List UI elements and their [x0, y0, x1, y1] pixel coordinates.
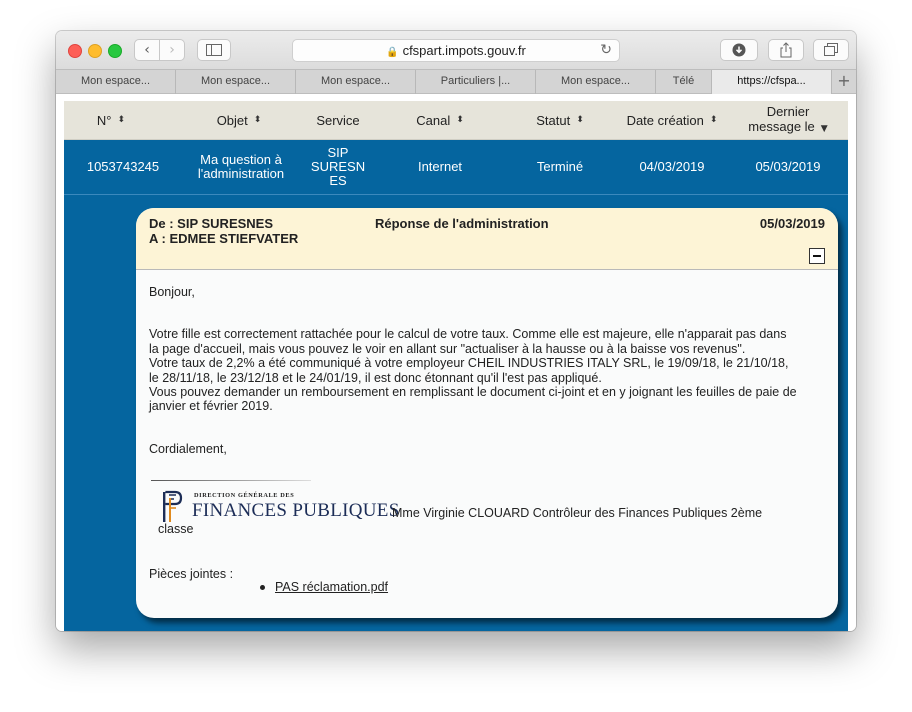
message-from-to: De : SIP SURESNES A : EDMEE STIEFVATER: [149, 216, 298, 246]
browser-tab[interactable]: Mon espace...: [296, 70, 416, 94]
browser-tab[interactable]: Mon espace...: [536, 70, 656, 94]
cell-objet-line: l'administration: [197, 165, 285, 181]
tabs-overview-button[interactable]: [813, 39, 849, 61]
message-line: Votre fille est correctement rattachée p…: [149, 327, 787, 342]
cell-service-line: ES: [329, 172, 347, 188]
cell-num: 1053743245: [86, 158, 160, 174]
column-header-service: Service: [294, 101, 382, 139]
cell-date-creation: 04/03/2019: [639, 158, 705, 174]
logo-subtitle: DIRECTION GÉNÉRALE DES: [194, 492, 295, 499]
sidebar-toggle-button[interactable]: [197, 39, 231, 61]
column-header-statut[interactable]: Statut ⬍: [510, 101, 610, 139]
cell-service-line: SIP: [327, 144, 349, 160]
browser-tab[interactable]: Particuliers |...: [416, 70, 536, 94]
header-label: Dernier: [766, 103, 810, 119]
dgfip-logo-mark-icon: [163, 490, 183, 522]
message-closing: Cordialement,: [149, 441, 227, 456]
browser-tab[interactable]: Mon espace...: [56, 70, 176, 94]
share-icon: [780, 42, 792, 58]
new-tab-button[interactable]: +: [832, 70, 856, 93]
chevron-right-icon: ›: [169, 42, 175, 58]
table-header: N° ⬍ Objet ⬍ Service Canal ⬍ Statut ⬍ Date c…: [64, 101, 848, 140]
tabs-overview-icon: [824, 43, 838, 56]
message-line: le 28/11/18, le 23/12/18 et le 24/01/19,…: [149, 370, 602, 385]
message-line: Vous pouvez demander un remboursement en…: [149, 385, 797, 400]
page-content: N° ⬍ Objet ⬍ Service Canal ⬍ Statut ⬍ Date c…: [56, 94, 856, 631]
plus-icon: +: [837, 71, 851, 90]
browser-window: ‹ › 🔒 cfspart.impots.gouv.fr ↻ Mon espace…: [56, 31, 856, 631]
signature-classe: classe: [158, 522, 194, 536]
zoom-window-button[interactable]: [108, 44, 122, 58]
back-button[interactable]: ‹: [134, 39, 160, 61]
forward-button[interactable]: ›: [159, 39, 185, 61]
message-body: Bonjour, Votre fille est correctement ra…: [149, 285, 829, 456]
attachment-link[interactable]: PAS réclamation.pdf: [275, 580, 388, 594]
cell-service-line: SURESN: [310, 158, 366, 174]
lock-icon: 🔒: [386, 47, 399, 58]
message-to: A : EDMEE STIEFVATER: [149, 231, 299, 246]
message-card: De : SIP SURESNES A : EDMEE STIEFVATER R…: [136, 208, 838, 618]
column-header-num[interactable]: N° ⬍: [64, 101, 158, 139]
signature-name: Mme Virginie CLOUARD Contrôleur des Fina…: [392, 506, 763, 520]
chevron-left-icon: ‹: [144, 42, 150, 58]
signature: DIRECTION GÉNÉRALE DES FINANCES PUBLIQUE…: [149, 480, 829, 550]
sort-icon: ⬍: [709, 114, 718, 125]
browser-tab[interactable]: Télé: [656, 70, 712, 94]
share-button[interactable]: [768, 39, 804, 61]
download-button[interactable]: [720, 39, 758, 61]
row-divider: [64, 194, 848, 195]
sort-icon: ⬍: [576, 114, 584, 125]
address-bar[interactable]: 🔒 cfspart.impots.gouv.fr ↻: [292, 39, 620, 62]
logo-title: FINANCES PUBLIQUES: [192, 500, 400, 521]
column-header-canal[interactable]: Canal ⬍: [394, 101, 486, 139]
header-label: Objet: [216, 112, 248, 128]
bullet-icon: [260, 585, 265, 591]
cell-statut: Terminé: [536, 158, 584, 174]
header-label: message le: [748, 118, 815, 134]
browser-tab[interactable]: Mon espace...: [176, 70, 296, 94]
sort-icon: ⬍: [456, 114, 464, 125]
header-label: Service: [316, 112, 360, 128]
message-subject: Réponse de l'administration: [375, 216, 549, 231]
sort-desc-icon: ▼: [820, 123, 828, 134]
attachment-item: PAS réclamation.pdf: [260, 580, 388, 594]
cell-canal: Internet: [417, 158, 463, 174]
column-header-dernier-message[interactable]: Dernier message le ▼: [736, 101, 840, 139]
message-header: De : SIP SURESNES A : EDMEE STIEFVATER R…: [136, 208, 838, 270]
attachments-label: Pièces jointes :: [149, 567, 234, 581]
download-icon: [732, 43, 746, 57]
minimize-window-button[interactable]: [88, 44, 102, 58]
sort-icon: ⬍: [117, 114, 126, 125]
cell-objet-line: Ma question à: [200, 151, 282, 167]
message-line: Votre taux de 2,2% a été communiqué à vo…: [149, 356, 789, 371]
signature-divider: [151, 480, 311, 481]
message-from: De : SIP SURESNES: [149, 216, 274, 231]
column-header-date-creation[interactable]: Date création ⬍: [612, 101, 732, 139]
collapse-icon[interactable]: [809, 248, 825, 264]
reload-icon[interactable]: ↻: [600, 40, 612, 61]
title-bar: ‹ › 🔒 cfspart.impots.gouv.fr ↻: [56, 31, 856, 69]
browser-tab-active[interactable]: https://cfspa...: [712, 70, 832, 94]
header-label: N°: [96, 112, 112, 128]
close-window-button[interactable]: [68, 44, 82, 58]
cell-service: SIP SURESN ES: [300, 139, 376, 194]
message-line: janvier et février 2019.: [149, 399, 273, 414]
header-label: Statut: [536, 112, 571, 128]
message-line: la page d'accueil, mais vous pouvez le v…: [149, 341, 746, 356]
header-label: Date création: [626, 112, 704, 128]
message-greeting: Bonjour,: [149, 285, 195, 299]
dgfip-logo: DIRECTION GÉNÉRALE DES FINANCES PUBLIQUE…: [159, 489, 399, 523]
message-date: 05/03/2019: [759, 216, 825, 231]
header-label: Canal: [416, 112, 451, 128]
cell-dernier-message: 05/03/2019: [755, 158, 821, 174]
table-row[interactable]: 1053743245 Ma question à l'administratio…: [64, 139, 848, 194]
tab-bar: Mon espace... Mon espace... Mon espace..…: [56, 69, 856, 94]
cell-objet: Ma question à l'administration: [182, 139, 300, 194]
url-text: cfspart.impots.gouv.fr: [402, 43, 526, 58]
sidebar-icon: [206, 44, 222, 56]
sort-icon: ⬍: [253, 114, 262, 125]
